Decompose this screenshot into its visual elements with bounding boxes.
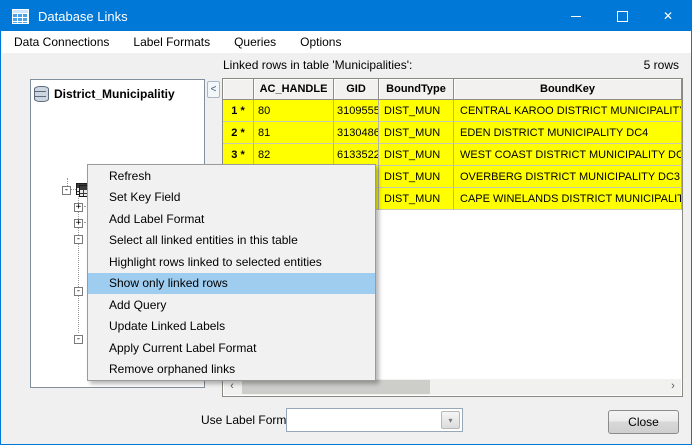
cell-boundtype[interactable]: DIST_MUN (379, 122, 454, 144)
menu-item-add-query[interactable]: Add Query (88, 294, 375, 316)
menu-item-update-linked-labels[interactable]: Update Linked Labels (88, 316, 375, 338)
cell-boundtype[interactable]: DIST_MUN (379, 166, 454, 188)
label-format-combobox[interactable]: ▾ (286, 408, 463, 432)
menu-item-show-only-linked-rows[interactable]: Show only linked rows (88, 273, 375, 295)
database-icon (34, 86, 49, 102)
column-header-gid[interactable]: GID (334, 79, 379, 100)
tree-root-label: District_Municipalitiy (54, 87, 175, 101)
app-icon (12, 9, 29, 24)
plus-expander-icon[interactable]: + (74, 203, 83, 212)
menu-item-remove-orphaned-links[interactable]: Remove orphaned links (88, 359, 375, 381)
close-button[interactable]: Close (608, 410, 679, 434)
cell-gid[interactable]: 6133522 (334, 144, 379, 166)
menu-label-formats[interactable]: Label Formats (121, 31, 222, 53)
cell-boundkey[interactable]: CENTRAL KAROO DISTRICT MUNICIPALITY DC (454, 100, 682, 122)
scrollbar-thumb[interactable] (242, 380, 430, 394)
menu-item-refresh[interactable]: Refresh (88, 165, 375, 187)
combobox-dropdown-button[interactable]: ▾ (441, 411, 460, 429)
row-count-label: 5 rows (644, 58, 679, 72)
row-number[interactable]: 3 * (223, 144, 254, 166)
horizontal-scrollbar[interactable]: ‹ › (224, 379, 681, 395)
scroll-left-icon: ‹ (230, 380, 234, 392)
menu-item-select-all-linked[interactable]: Select all linked entities in this table (88, 230, 375, 252)
column-header-rownum[interactable] (223, 79, 254, 100)
cell-ac-handle[interactable]: 80 (254, 100, 334, 122)
cell-boundtype[interactable]: DIST_MUN (379, 100, 454, 122)
menu-queries[interactable]: Queries (222, 31, 288, 53)
plus-expander-icon[interactable]: + (74, 219, 83, 228)
minus-expander-icon[interactable]: - (74, 335, 83, 344)
scroll-left-button[interactable]: ‹ (224, 379, 240, 395)
window-title: Database Links (38, 9, 128, 24)
minimize-button[interactable] (553, 1, 599, 31)
cell-boundtype[interactable]: DIST_MUN (379, 144, 454, 166)
table-header-row: AC_HANDLE GID BoundType BoundKey (223, 79, 682, 100)
scroll-right-button[interactable]: › (665, 379, 681, 395)
maximize-icon (617, 11, 628, 22)
column-header-ac-handle[interactable]: AC_HANDLE (254, 79, 334, 100)
use-label-format-label: Use Label Format: (201, 413, 300, 427)
table-row[interactable]: 2 * 81 3130486 DIST_MUN EDEN DISTRICT MU… (223, 122, 682, 144)
cell-boundkey[interactable]: OVERBERG DISTRICT MUNICIPALITY DC3 (454, 166, 682, 188)
tree-node-root[interactable]: District_Municipalitiy (34, 86, 175, 102)
table-row[interactable]: 1 * 80 3109555 DIST_MUN CENTRAL KAROO DI… (223, 100, 682, 122)
menu-bar: Data Connections Label Formats Queries O… (2, 31, 692, 53)
cell-boundkey[interactable]: WEST COAST DISTRICT MUNICIPALITY DC1 (454, 144, 682, 166)
column-header-boundtype[interactable]: BoundType (379, 79, 454, 100)
minimize-icon (571, 16, 581, 17)
row-number[interactable]: 1 * (223, 100, 254, 122)
maximize-button[interactable] (599, 1, 645, 31)
cell-gid[interactable]: 3109555 (334, 100, 379, 122)
menu-item-set-key-field[interactable]: Set Key Field (88, 187, 375, 209)
cell-boundtype[interactable]: DIST_MUN (379, 188, 454, 210)
chevron-left-icon: < (211, 84, 217, 95)
menu-options[interactable]: Options (288, 31, 353, 53)
cell-ac-handle[interactable]: 81 (254, 122, 334, 144)
menu-item-add-label-format[interactable]: Add Label Format (88, 208, 375, 230)
cell-boundkey[interactable]: EDEN DISTRICT MUNICIPALITY DC4 (454, 122, 682, 144)
cell-boundkey[interactable]: CAPE WINELANDS DISTRICT MUNICIPALITY D (454, 188, 682, 210)
table-row[interactable]: 3 * 82 6133522 DIST_MUN WEST COAST DISTR… (223, 144, 682, 166)
minus-expander-icon[interactable]: - (62, 186, 71, 195)
scroll-right-icon: › (671, 380, 675, 392)
cell-gid[interactable]: 3130486 (334, 122, 379, 144)
title-bar[interactable]: Database Links ✕ (1, 1, 691, 31)
column-header-boundkey[interactable]: BoundKey (454, 79, 682, 100)
context-menu: Refresh Set Key Field Add Label Format S… (87, 164, 376, 381)
chevron-down-icon: ▾ (448, 416, 452, 425)
minus-expander-icon[interactable]: - (74, 235, 83, 244)
minus-expander-icon[interactable]: - (74, 287, 83, 296)
menu-item-apply-current-label-format[interactable]: Apply Current Label Format (88, 337, 375, 359)
scrollbar-track[interactable] (240, 379, 665, 395)
row-number[interactable]: 2 * (223, 122, 254, 144)
menu-data-connections[interactable]: Data Connections (2, 31, 121, 53)
menu-item-highlight-rows[interactable]: Highlight rows linked to selected entiti… (88, 251, 375, 273)
linked-rows-caption: Linked rows in table 'Municipalities': (223, 58, 412, 72)
database-links-dialog: Database Links ✕ Data Connections Label … (0, 0, 692, 445)
cell-ac-handle[interactable]: 82 (254, 144, 334, 166)
close-icon: ✕ (663, 9, 673, 23)
close-window-button[interactable]: ✕ (645, 1, 691, 31)
collapse-tree-button[interactable]: < (207, 81, 220, 98)
